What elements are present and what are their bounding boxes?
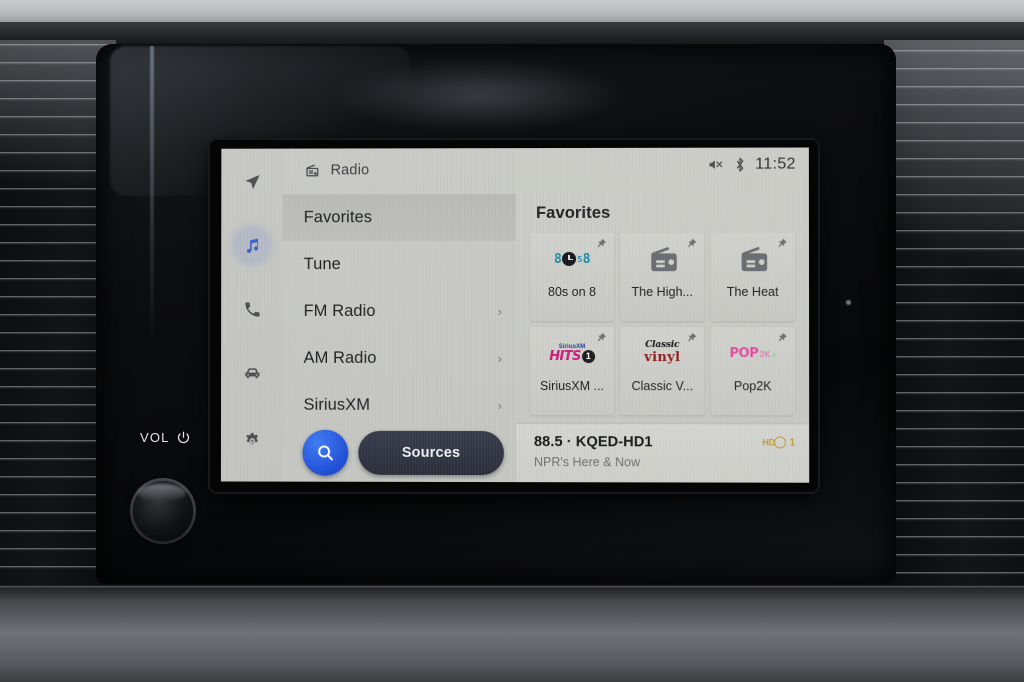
now-playing-subtitle: NPR's Here & Now xyxy=(533,455,641,470)
favorite-tile[interactable]: Classic vinyl Classic V... xyxy=(620,327,705,416)
favorite-tile[interactable]: 8 5 8 80s on 8 xyxy=(530,232,615,322)
logo-pop2k: POP 2K ★ xyxy=(729,345,776,361)
search-icon xyxy=(318,446,334,462)
menu-item-label: AM Radio xyxy=(303,348,377,367)
rail-item-settings[interactable] xyxy=(233,420,271,458)
pin-icon[interactable] xyxy=(777,332,788,343)
menu-header: Radio xyxy=(283,154,516,186)
console-edge-highlight xyxy=(150,46,154,546)
search-button[interactable] xyxy=(302,429,349,476)
chevron-right-icon: › xyxy=(497,350,502,367)
menu-item-favorites[interactable]: Favorites xyxy=(282,194,517,242)
favorite-tile-label: Classic V... xyxy=(631,379,694,394)
clock: 11:52 xyxy=(755,155,796,173)
menu-item-tune[interactable]: Tune xyxy=(283,241,516,288)
dashboard-lower-trim xyxy=(0,585,1024,682)
vent-slat xyxy=(884,374,1024,377)
bluetooth-icon xyxy=(734,157,745,173)
menu-item-fm-radio[interactable]: FM Radio › xyxy=(283,288,516,335)
vent-slat xyxy=(884,392,1024,395)
sources-button[interactable]: Sources xyxy=(358,430,504,476)
logo-80s-on-8: 858 xyxy=(554,251,591,267)
dashboard-seam xyxy=(0,586,1024,589)
volume-knob-highlight xyxy=(138,484,186,502)
favorite-tile-label: 80s on 8 xyxy=(548,284,597,299)
audio-mute-icon xyxy=(707,158,724,172)
vent-right-gloss xyxy=(884,40,1024,340)
volume-label: VOL xyxy=(140,430,170,445)
status-bar: 11:52 xyxy=(707,156,796,174)
vent-slat xyxy=(884,356,1024,359)
pin-icon[interactable] xyxy=(596,332,607,343)
list-action-bar: Sources xyxy=(282,423,516,483)
rail-item-navigation[interactable] xyxy=(233,163,271,201)
vent-slat xyxy=(884,518,1024,521)
vent-slat xyxy=(884,446,1024,449)
menu-item-siriusxm[interactable]: SiriusXM › xyxy=(283,382,516,429)
favorite-tile-label: The High... xyxy=(631,284,693,299)
menu-item-label: Tune xyxy=(303,255,341,274)
radio-icon xyxy=(736,244,770,274)
favorites-panel: 11:52 Favorites 8 5 8 80s on 8 The High... Th… xyxy=(515,147,810,483)
menu-item-label: SiriusXM xyxy=(303,395,371,414)
hd-channel-number: 1 xyxy=(789,436,796,449)
vent-slat xyxy=(884,536,1024,539)
pin-icon[interactable] xyxy=(777,238,788,249)
vent-slat xyxy=(884,464,1024,467)
console-glint xyxy=(846,300,851,305)
radio-icon xyxy=(645,244,679,274)
menu-item-label: Favorites xyxy=(303,208,373,227)
rail-item-phone[interactable] xyxy=(233,290,271,328)
chevron-right-icon: › xyxy=(497,304,503,319)
infotainment-screen[interactable]: Radio Favorites Tune FM Radio › AM Radio › Sir… xyxy=(220,147,810,483)
favorite-tile[interactable]: The High... xyxy=(620,232,705,322)
vent-slat xyxy=(884,572,1024,575)
vent-slat xyxy=(884,554,1024,557)
rail-item-media[interactable] xyxy=(233,226,271,264)
sources-button-label: Sources xyxy=(401,444,461,461)
favorite-tile[interactable]: POP 2K ★ Pop2K xyxy=(710,327,796,416)
favorite-tile-label: SiriusXM ... xyxy=(540,379,605,394)
phone-icon xyxy=(244,301,260,317)
menu-item-label: FM Radio xyxy=(303,302,376,320)
rail-item-vehicle[interactable] xyxy=(233,354,271,392)
pin-icon[interactable] xyxy=(596,238,607,249)
favorite-tile[interactable]: SiriusXM HITS 1 SiriusXM ... xyxy=(529,327,615,416)
air-vent-right xyxy=(884,40,1024,588)
dashboard-top-shadow xyxy=(0,22,1024,44)
screen-glare xyxy=(330,60,630,130)
pin-icon[interactable] xyxy=(686,332,697,343)
logo-classic-vinyl: Classic vinyl xyxy=(644,340,681,366)
vent-slat xyxy=(884,410,1024,413)
menu-item-am-radio[interactable]: AM Radio › xyxy=(283,335,516,382)
logo-siriusxm-hits: SiriusXM HITS 1 xyxy=(549,344,595,364)
photo-scene: Radio Favorites Tune FM Radio › AM Radio › Sir… xyxy=(0,0,1024,682)
vent-slat xyxy=(884,482,1024,485)
favorites-grid: 8 5 8 80s on 8 The High... The Heat SiriusXM HI… xyxy=(529,232,796,416)
panel-title: Favorites xyxy=(536,203,611,223)
radio-icon xyxy=(304,162,320,178)
hd-radio-badge: HD 1 xyxy=(762,436,796,449)
hd-radio-icon: HD xyxy=(762,436,787,449)
favorite-tile[interactable]: The Heat xyxy=(710,232,795,322)
vent-slat xyxy=(884,500,1024,503)
nav-rail xyxy=(220,148,283,482)
favorite-tile-label: The Heat xyxy=(726,284,779,299)
pin-icon[interactable] xyxy=(686,238,697,249)
now-playing-title: 88.5 · KQED-HD1 xyxy=(533,434,653,451)
favorite-tile-label: Pop2K xyxy=(733,379,772,394)
now-playing-bar[interactable]: 88.5 · KQED-HD1 NPR's Here & Now HD 1 xyxy=(515,424,810,483)
gear-icon xyxy=(245,432,258,444)
chevron-right-icon: › xyxy=(497,398,502,414)
volume-power-label: VOL xyxy=(140,430,191,445)
hd-circle xyxy=(774,436,787,449)
navigation-arrow-icon xyxy=(246,175,261,190)
menu-header-label: Radio xyxy=(330,162,370,179)
power-icon xyxy=(177,431,189,444)
car-icon xyxy=(244,367,259,378)
music-note-icon xyxy=(247,239,259,254)
vent-slat xyxy=(884,428,1024,431)
